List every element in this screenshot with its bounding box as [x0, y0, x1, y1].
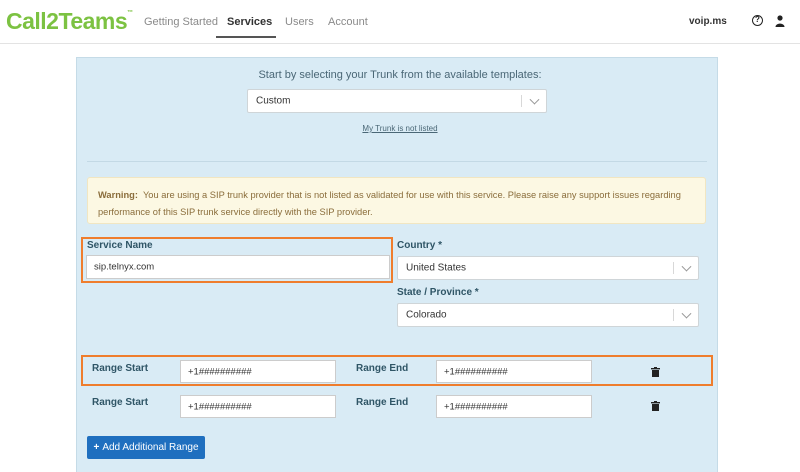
range-end-input[interactable]: +1########## — [436, 360, 592, 383]
country-value: United States — [406, 262, 467, 274]
warning-title: Warning: — [98, 190, 138, 200]
tab-account[interactable]: Account — [328, 16, 368, 28]
state-value: Colorado — [406, 309, 447, 321]
range-end-label: Range End — [356, 363, 409, 374]
state-select[interactable]: Colorado — [397, 303, 699, 327]
section-divider — [87, 161, 707, 162]
trunk-template-value: Custom — [256, 95, 291, 107]
top-nav: Call2Teams™ Getting Started Services Use… — [0, 0, 800, 44]
account-name[interactable]: voip.ms — [689, 16, 727, 27]
tab-services[interactable]: Services — [227, 16, 272, 28]
range-start-label: Range Start — [92, 363, 149, 374]
range-end-input[interactable]: +1########## — [436, 395, 592, 418]
plus-icon: + — [93, 442, 100, 453]
chevron-down-icon — [529, 94, 540, 105]
chevron-down-icon — [681, 308, 692, 319]
select-separator — [673, 262, 674, 274]
select-separator — [673, 309, 674, 321]
state-label: State / Province * — [397, 287, 479, 298]
range-start-input[interactable]: +1########## — [180, 360, 336, 383]
select-separator — [521, 95, 522, 107]
chevron-down-icon — [681, 261, 692, 272]
range-start-label: Range Start — [92, 397, 149, 408]
active-tab-indicator — [216, 36, 276, 38]
trunk-template-select[interactable]: Custom — [247, 89, 547, 113]
service-name-value: sip.telnyx.com — [94, 261, 155, 273]
trunk-not-listed-link[interactable]: My Trunk is not listed — [0, 124, 800, 133]
country-label: Country * — [397, 240, 442, 251]
warning-alert: Warning: You are using a SIP trunk provi… — [87, 177, 706, 224]
service-name-label: Service Name — [87, 240, 153, 251]
range-start-value: +1########## — [188, 366, 252, 377]
range-end-label: Range End — [356, 397, 409, 408]
range-end-value: +1########## — [444, 401, 508, 412]
warning-message: You are using a SIP trunk provider that … — [98, 190, 681, 217]
tab-getting-started[interactable]: Getting Started — [144, 16, 218, 28]
tab-users[interactable]: Users — [285, 16, 314, 28]
range-start-value: +1########## — [188, 401, 252, 412]
add-range-label: Add Additional Range — [102, 442, 199, 453]
logo[interactable]: Call2Teams™ — [6, 8, 133, 35]
user-icon[interactable] — [775, 15, 785, 27]
trash-icon[interactable] — [651, 401, 660, 411]
logo-trademark: ™ — [127, 10, 133, 16]
help-icon[interactable]: ? — [752, 15, 763, 26]
country-select[interactable]: United States — [397, 256, 699, 280]
service-name-input[interactable]: sip.telnyx.com — [86, 255, 390, 279]
trash-icon[interactable] — [651, 367, 660, 377]
range-end-value: +1########## — [444, 366, 508, 377]
logo-text: Call2Teams — [6, 8, 128, 34]
trunk-intro-text: Start by selecting your Trunk from the a… — [258, 69, 542, 81]
add-range-button[interactable]: + Add Additional Range — [87, 436, 205, 459]
range-start-input[interactable]: +1########## — [180, 395, 336, 418]
